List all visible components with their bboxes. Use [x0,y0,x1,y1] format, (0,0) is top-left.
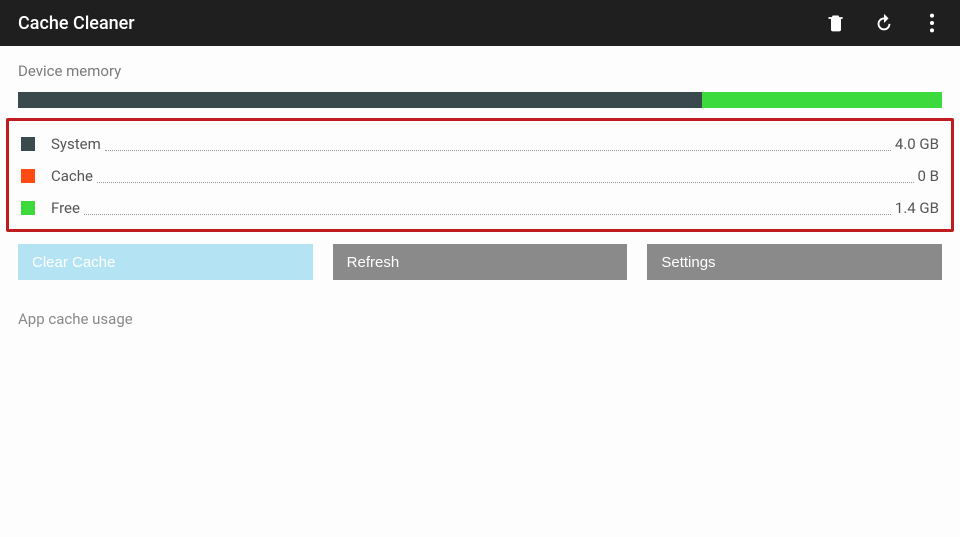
legend-value-cache: 0 B [918,167,940,185]
legend-value-system: 4.0 GB [895,135,939,153]
actionbar: Cache Cleaner [0,0,960,46]
legend-leader [84,214,891,215]
swatch-cache-icon [21,169,35,183]
content-area: Device memory System 4.0 GB Cache 0 B Fr… [0,46,960,328]
legend-label-system: System [51,135,101,153]
action-button-row: Clear Cache Refresh Settings [18,244,942,280]
clear-cache-button[interactable]: Clear Cache [18,244,313,280]
app-title: Cache Cleaner [18,13,824,34]
refresh-icon[interactable] [872,11,896,35]
overflow-menu-icon[interactable] [920,11,944,35]
legend-leader [97,182,914,183]
trash-icon[interactable] [824,11,848,35]
legend-leader [105,150,891,151]
legend-label-free: Free [51,199,80,217]
device-memory-label: Device memory [18,62,942,80]
refresh-button[interactable]: Refresh [333,244,628,280]
legend-value-free: 1.4 GB [895,199,939,217]
memory-usage-bar [18,92,942,108]
settings-button[interactable]: Settings [647,244,942,280]
memory-free-segment [702,92,942,108]
swatch-free-icon [21,201,35,215]
memory-used-segment [18,92,702,108]
legend-row-free: Free 1.4 GB [21,191,939,223]
legend-row-cache: Cache 0 B [21,159,939,191]
legend-row-system: System 4.0 GB [21,127,939,159]
legend-label-cache: Cache [51,167,93,185]
swatch-system-icon [21,137,35,151]
app-cache-usage-label: App cache usage [18,310,942,328]
actionbar-actions [824,11,948,35]
memory-legend-highlight: System 4.0 GB Cache 0 B Free 1.4 GB [6,118,954,232]
